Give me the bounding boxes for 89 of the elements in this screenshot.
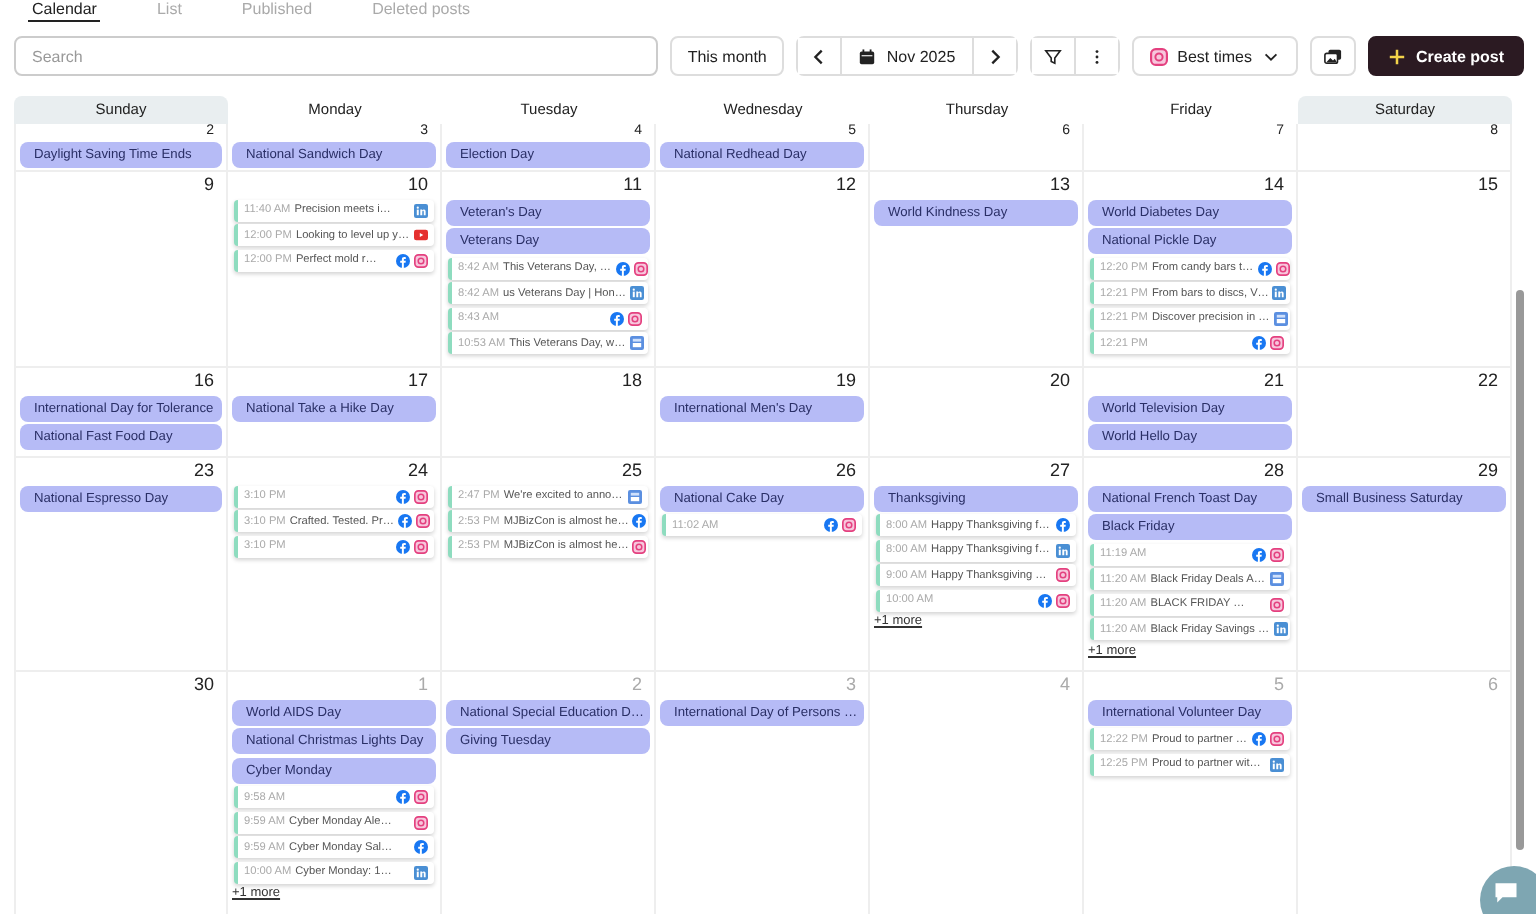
instagram-icon — [1270, 732, 1284, 746]
facebook-icon — [414, 840, 428, 854]
chat-bubble-icon — [1492, 878, 1520, 906]
facebook-icon — [824, 518, 838, 532]
date-number: 14 — [1261, 174, 1286, 196]
date-number: 15 — [1475, 174, 1500, 196]
image-stack-icon — [1323, 47, 1342, 65]
date-number: 12 — [833, 174, 858, 196]
facebook-icon — [397, 514, 412, 528]
date-number: 4 — [1057, 674, 1072, 696]
date-number: 23 — [191, 460, 216, 482]
facebook-icon — [1252, 547, 1266, 561]
instagram-icon — [1056, 593, 1070, 607]
facebook-icon — [396, 253, 410, 267]
date-number: 21 — [1261, 370, 1286, 392]
create-post-button[interactable]: Create post — [1367, 36, 1524, 76]
date-number: 11 — [621, 174, 644, 196]
instagram-icon — [415, 514, 430, 528]
storefront-icon — [1270, 572, 1284, 586]
instagram-icon — [414, 489, 428, 503]
facebook-icon — [610, 311, 624, 325]
date-number: 19 — [833, 370, 858, 392]
date-number: 20 — [1047, 370, 1072, 392]
linkedin-icon — [630, 286, 644, 300]
date-number: 2 — [629, 674, 644, 696]
instagram-icon — [842, 518, 856, 532]
date-number: 3 — [843, 674, 858, 696]
facebook-icon — [1252, 336, 1266, 350]
instagram-icon — [1270, 336, 1284, 350]
instagram-icon — [1149, 47, 1168, 65]
facebook-icon — [396, 539, 410, 553]
linkedin-icon — [1056, 543, 1070, 557]
date-number: 5 — [1271, 674, 1286, 696]
date-number: 24 — [405, 460, 430, 482]
date-number: 28 — [1261, 460, 1286, 482]
facebook-icon — [1252, 732, 1266, 746]
storefront-icon — [1273, 311, 1288, 325]
media-library-button[interactable] — [1309, 36, 1356, 76]
date-number: 26 — [833, 460, 858, 482]
date-number: 16 — [191, 370, 216, 392]
filter-icon — [1043, 47, 1062, 65]
facebook-icon — [615, 261, 630, 275]
instagram-icon — [414, 790, 428, 804]
date-number: 18 — [619, 370, 644, 392]
facebook-icon — [632, 514, 647, 528]
facebook-icon — [396, 790, 410, 804]
date-number: 13 — [1047, 174, 1072, 196]
instagram-icon — [414, 253, 428, 267]
view-tab[interactable]: Calendar — [28, 0, 101, 22]
plus-icon — [1387, 47, 1406, 65]
search-field[interactable]: Search — [14, 36, 658, 76]
linkedin-icon — [1270, 757, 1284, 771]
date-number: 22 — [1475, 370, 1500, 392]
chevron-left-icon — [810, 47, 829, 65]
date-number: 27 — [1047, 460, 1072, 482]
facebook-icon — [1056, 518, 1070, 532]
instagram-icon — [414, 539, 428, 553]
linkedin-icon — [414, 203, 428, 217]
instagram-icon — [1056, 568, 1070, 582]
date-number: 10 — [405, 174, 430, 196]
date-number: 29 — [1475, 460, 1500, 482]
date-number: 25 — [619, 460, 644, 482]
storefront-icon — [628, 489, 642, 503]
video-play-icon — [414, 228, 428, 242]
next-month-button[interactable] — [971, 38, 1016, 74]
instagram-icon — [1270, 547, 1284, 561]
date-number: 30 — [191, 674, 216, 696]
scrollbar-thumb[interactable] — [1516, 290, 1524, 850]
instagram-icon — [632, 539, 647, 553]
date-number: 9 — [201, 174, 216, 196]
facebook-icon — [1038, 593, 1052, 607]
instagram-icon — [628, 311, 642, 325]
storefront-icon — [629, 336, 644, 350]
instagram-icon — [1270, 597, 1284, 611]
date-number: 1 — [415, 674, 430, 696]
linkedin-icon — [414, 865, 428, 879]
date-number: 17 — [405, 370, 430, 392]
chevron-right-icon — [985, 47, 1004, 65]
best-times-dropdown[interactable]: Best times — [1131, 36, 1298, 76]
linkedin-icon — [1273, 622, 1288, 636]
facebook-icon — [1257, 261, 1272, 275]
calendar-icon — [858, 47, 877, 65]
this-month-button[interactable]: This month — [669, 36, 785, 76]
date-number: 6 — [1485, 674, 1500, 696]
instagram-icon — [633, 261, 648, 275]
facebook-icon — [396, 489, 410, 503]
linkedin-icon — [1272, 286, 1287, 300]
instagram-icon — [1275, 261, 1290, 275]
instagram-icon — [414, 815, 428, 829]
